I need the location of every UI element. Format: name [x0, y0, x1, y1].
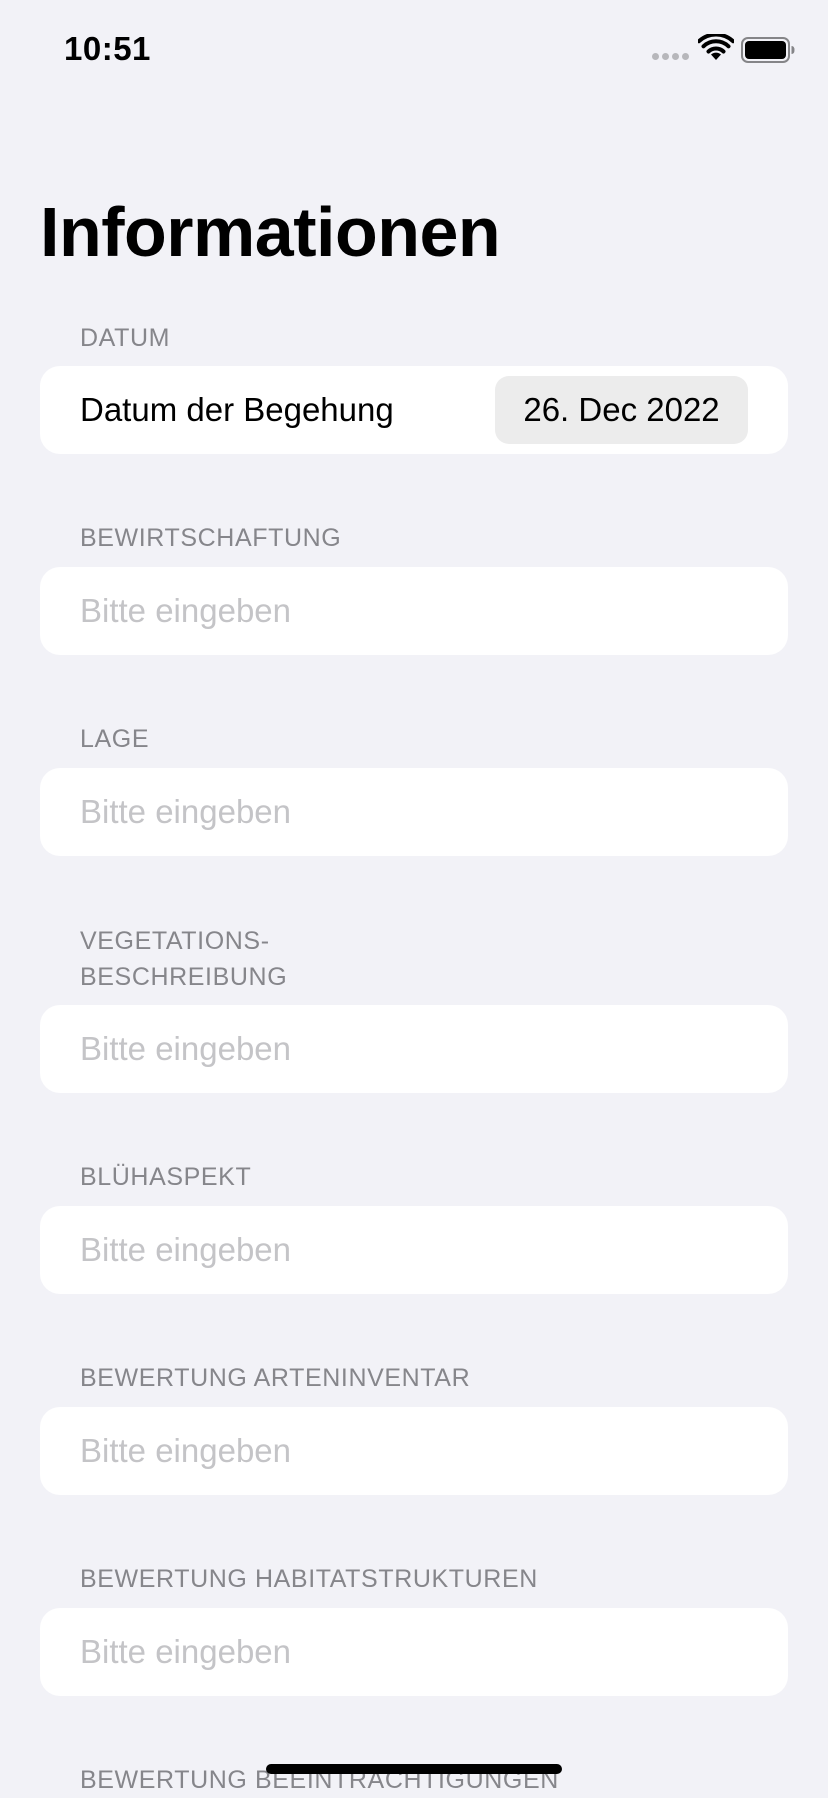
home-indicator[interactable] [266, 1764, 562, 1774]
section-header-bewirtschaftung: BEWIRTSCHAFTUNG [80, 524, 342, 552]
bewertung-arteninventar-input[interactable] [80, 1407, 748, 1495]
wifi-icon [698, 34, 734, 60]
bewertung-habitatstrukturen-card [40, 1608, 788, 1696]
vegetationsbeschreibung-input[interactable] [80, 1005, 748, 1093]
bluehaspekt-card [40, 1206, 788, 1294]
vegetationsbeschreibung-card [40, 1005, 788, 1093]
page-title: Informationen [40, 193, 501, 271]
lage-card [40, 768, 788, 856]
bewertung-habitatstrukturen-input[interactable] [80, 1608, 748, 1696]
date-picker-button[interactable]: 26. Dec 2022 [495, 376, 748, 444]
section-header-vegetationsbeschreibung: VEGETATIONS- BESCHREIBUNG [80, 923, 287, 995]
section-header-bewertung-arteninventar: BEWERTUNG ARTENINVENTAR [80, 1364, 471, 1392]
bewirtschaftung-card [40, 567, 788, 655]
section-header-line: VEGETATIONS- [80, 927, 270, 955]
date-label: Datum der Begehung [80, 391, 394, 428]
section-header-bluehaspekt: BLÜHASPEKT [80, 1163, 252, 1191]
battery-icon [741, 37, 795, 63]
bewertung-arteninventar-card [40, 1407, 788, 1495]
date-card: Datum der Begehung 26. Dec 2022 [40, 366, 788, 454]
status-bar: 10:51 [0, 0, 828, 100]
bluehaspekt-input[interactable] [80, 1206, 748, 1294]
status-time: 10:51 [64, 30, 151, 67]
section-header-datum: DATUM [80, 324, 171, 352]
bewirtschaftung-input[interactable] [80, 567, 748, 655]
section-header-lage: LAGE [80, 725, 150, 753]
lage-input[interactable] [80, 768, 748, 856]
cellular-signal-icon [652, 53, 689, 60]
section-header-line: BESCHREIBUNG [80, 963, 288, 991]
section-header-bewertung-habitatstrukturen: BEWERTUNG HABITATSTRUKTUREN [80, 1565, 538, 1593]
